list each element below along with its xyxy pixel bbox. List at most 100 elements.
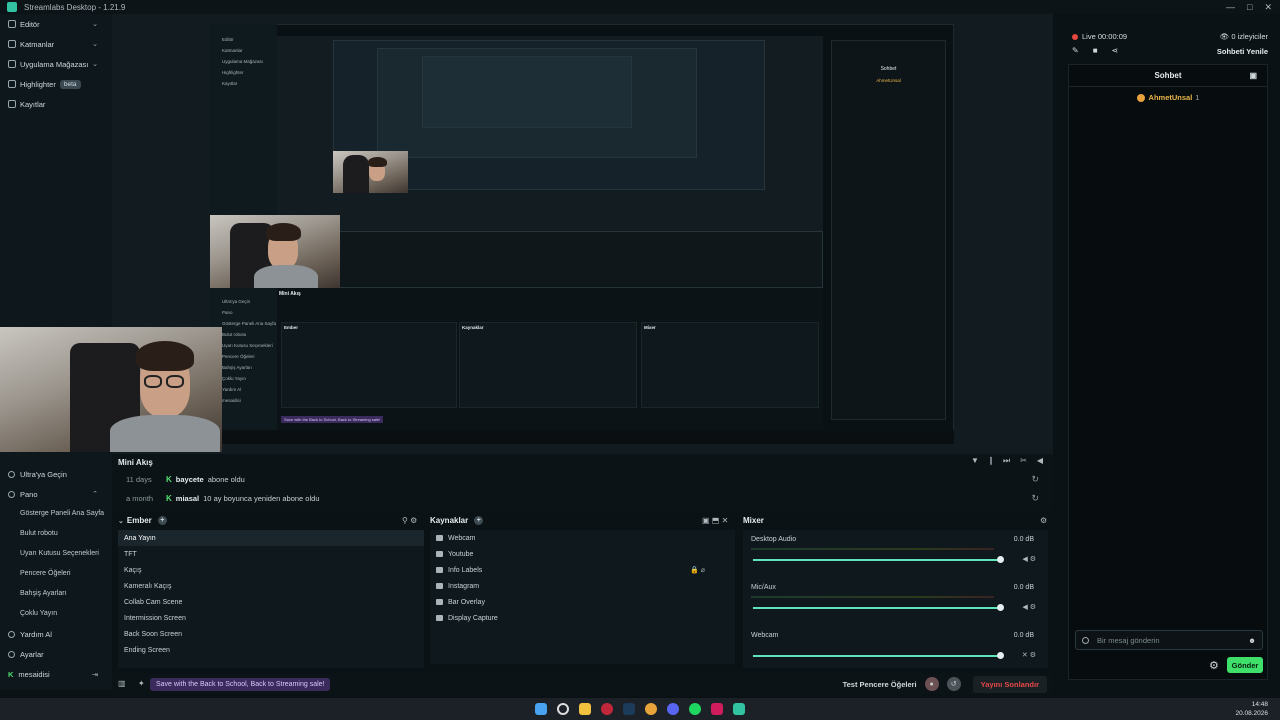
sources-title: Kaynaklar [430, 516, 469, 525]
collapse-icon[interactable]: ⌄ [118, 517, 124, 525]
nav-item-editor[interactable]: Editör ⌄ [0, 14, 112, 34]
channel-db: 0.0 dB [1013, 632, 1034, 639]
inner-webcam-capture [210, 215, 340, 288]
filter-icon[interactable]: ▼ [971, 456, 979, 466]
minimize-button[interactable]: — [1226, 2, 1235, 13]
mute-alerts-icon[interactable]: ✂ [1020, 456, 1027, 466]
chat-users-icon[interactable]: ▣ [1249, 71, 1257, 80]
volume-slider[interactable] [753, 607, 1000, 609]
share-icon[interactable]: ⋖ [1112, 46, 1119, 55]
nav-sub-tips[interactable]: Bahşiş Ayarları [0, 584, 112, 604]
record-button[interactable]: ● [924, 677, 939, 691]
nav-sub-multistream[interactable]: Çoklu Yayın [0, 604, 112, 624]
feed-user: baycete [175, 475, 204, 484]
mute-and-settings-icons[interactable]: ◀ ⚙ [1022, 603, 1036, 611]
streamlabs-taskbar-icon[interactable] [733, 703, 745, 715]
scene-item[interactable]: Ending Screen [118, 642, 424, 658]
replay-buffer-icon[interactable]: ↺ [946, 677, 961, 691]
nav-sub-cloudbot[interactable]: Bulut robotu [0, 524, 112, 544]
performance-icon[interactable]: ▥ [118, 679, 126, 688]
promo-banner[interactable]: Save with the Back to School, Back to St… [150, 677, 331, 691]
system-clock[interactable]: 14:48 20.08.2026 [1235, 700, 1268, 718]
repeat-alert-icon[interactable]: ↻ [1031, 474, 1039, 485]
chat-panel: Sohbet ▣ AhmetUnsal 1 [1068, 64, 1268, 680]
spotify-icon[interactable] [689, 703, 701, 715]
captured-scenes-title: Ember [284, 325, 299, 330]
nav-sub-dashboard-home[interactable]: Gösterge Paneli Ana Sayfa [0, 504, 112, 524]
chat-send-button[interactable]: Gönder [1227, 657, 1263, 673]
close-button[interactable]: ✕ [1264, 2, 1272, 13]
chat-settings-gear-icon[interactable]: ⚙ [1209, 659, 1219, 672]
volume-slider-knob[interactable] [997, 604, 1004, 611]
mute-and-settings-icons[interactable]: ◀ ⚙ [1022, 555, 1036, 563]
camera-icon[interactable]: ■ [1093, 46, 1098, 55]
skip-icon[interactable]: ⏭ [1003, 456, 1010, 466]
maximize-button[interactable]: □ [1247, 2, 1252, 13]
scene-item[interactable]: Kaçış [118, 562, 424, 578]
logout-icon[interactable]: ⇥ [92, 670, 98, 679]
chrome-icon[interactable] [645, 703, 657, 715]
emote-picker-icon[interactable] [1082, 636, 1089, 644]
nav-item-help[interactable]: Yardım Al [0, 624, 112, 644]
chat-username[interactable]: AhmetUnsal [1149, 93, 1193, 102]
tiktok-icon[interactable] [711, 703, 723, 715]
source-item[interactable]: Instagram [430, 578, 735, 594]
mixer-channel: Desktop Audio 0.0 dB ◀ ⚙ [751, 536, 1040, 580]
mixer-settings-gear-icon[interactable]: ⚙ [1040, 516, 1047, 525]
nav-item-pano[interactable]: Pano ⌃ [0, 484, 112, 504]
volume-slider-knob[interactable] [997, 556, 1004, 563]
source-item[interactable]: Display Capture [430, 610, 735, 626]
edit-icon[interactable]: ✎ [1072, 46, 1079, 55]
source-item[interactable]: Webcam [430, 530, 735, 546]
nav-item-ultra[interactable]: Ultra'ya Geçin [0, 464, 112, 484]
scene-item[interactable]: Ana Yayın [118, 530, 424, 546]
emoji-icon[interactable]: ☻ [1248, 636, 1256, 645]
mixer-panel: Desktop Audio 0.0 dB ◀ ⚙ Mic/Aux 0.0 dB … [743, 530, 1048, 668]
refresh-chat-button[interactable]: Sohbeti Yenile [1217, 47, 1268, 56]
window-title: Streamlabs Desktop - 1.21.9 [24, 2, 126, 12]
pause-icon[interactable]: ∥ [989, 456, 993, 466]
test-widgets-button[interactable]: Test Pencere Öğeleri [843, 680, 917, 689]
volume-icon[interactable]: ◀ [1037, 456, 1043, 466]
scene-item[interactable]: Kameralı Kaçış [118, 578, 424, 594]
nested-capture-docks [277, 231, 823, 288]
scene-transition-icon[interactable]: ⚲ ⚙ [402, 516, 417, 525]
repeat-alert-icon[interactable]: ↻ [1031, 493, 1039, 504]
nav-item-recordings[interactable]: Kayıtlar [0, 94, 112, 114]
nav-item-account[interactable]: K mesaidisi ⇥ [0, 664, 112, 684]
source-item[interactable]: Info Labels 🔒 ⌀ [430, 562, 735, 578]
source-item[interactable]: Youtube [430, 546, 735, 562]
steam-icon[interactable] [623, 703, 635, 715]
nav-item-layers[interactable]: Katmanlar ⌄ [0, 34, 112, 54]
scene-item[interactable]: Back Soon Screen [118, 626, 424, 642]
captured-nav-text: Highlighter [222, 70, 244, 75]
volume-slider[interactable] [753, 559, 1000, 561]
mute-and-settings-icons[interactable]: ✕ ⚙ [1022, 651, 1036, 659]
add-source-button[interactable]: + [474, 516, 484, 525]
source-tools-icon[interactable]: ▣ ⬒ ✕ [702, 516, 728, 525]
source-item[interactable]: Bar Overlay [430, 594, 735, 610]
scene-item[interactable]: Intermission Screen [118, 610, 424, 626]
nav-sub-alertbox[interactable]: Uyarı Kutusu Seçenekleri [0, 544, 112, 564]
nav-item-highlighter[interactable]: Highlighter beta [0, 74, 112, 94]
nested-webcam-capture [333, 151, 408, 193]
scene-item[interactable]: Collab Cam Scene [118, 594, 424, 610]
nav-item-app-store[interactable]: Uygulama Mağazası ⌄ [0, 54, 112, 74]
scene-item[interactable]: TFT [118, 546, 424, 562]
volume-slider[interactable] [753, 655, 1000, 657]
discord-icon[interactable] [667, 703, 679, 715]
file-explorer-icon[interactable] [579, 703, 591, 715]
end-stream-button[interactable]: Yayını Sonlandır [972, 675, 1047, 693]
search-icon[interactable] [557, 703, 569, 715]
volume-slider-knob[interactable] [997, 652, 1004, 659]
chat-input[interactable]: Bir mesaj gönderin ☻ [1075, 630, 1263, 650]
chat-header: Sohbet ▣ [1069, 65, 1267, 87]
windows-start-icon[interactable] [535, 703, 547, 715]
nav-item-settings[interactable]: Ayarlar [0, 644, 112, 664]
add-scene-button[interactable]: + [157, 516, 167, 525]
nav-label: Editör [20, 19, 40, 29]
scenes-list: Ana Yayın TFT Kaçış Kameralı Kaçış Colla… [118, 530, 424, 668]
opera-icon[interactable] [601, 703, 613, 715]
lock-visibility-icons[interactable]: 🔒 ⌀ [690, 566, 705, 574]
nav-sub-widgets[interactable]: Pencere Öğeleri [0, 564, 112, 584]
